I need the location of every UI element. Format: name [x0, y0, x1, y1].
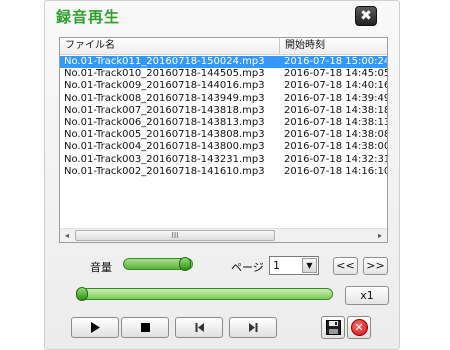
recording-list[interactable]: ファイル名 開始時刻 No.01-Track011_20160718-15002…	[59, 37, 388, 243]
list-row[interactable]: No.01-Track011_20160718-150024.mp3 2016-0…	[60, 56, 387, 69]
scroll-left-icon[interactable]: ◂	[60, 229, 74, 242]
previous-track-icon	[195, 323, 204, 332]
horizontal-scrollbar[interactable]: ◂ III ▸	[60, 228, 387, 242]
recording-playback-dialog: 録音再生 ✖ ファイル名 開始時刻 No.01-Track011_2016071…	[44, 0, 400, 350]
scroll-right-icon[interactable]: ▸	[373, 229, 387, 242]
row-filename: No.01-Track010_20160718-144505.mp3	[64, 68, 265, 80]
delete-icon: ✕	[350, 319, 368, 336]
list-row[interactable]: No.01-Track004_20160718-143800.mp3 2016-0…	[60, 141, 387, 153]
row-start-time: 2016-07-18 14:16:10	[284, 165, 387, 177]
volume-label: 音量	[90, 261, 112, 274]
row-start-time: 2016-07-18 14:38:18	[284, 104, 387, 116]
delete-button[interactable]: ✕	[347, 316, 371, 339]
row-start-time: 2016-07-18 14:32:31	[284, 153, 387, 165]
list-row[interactable]: No.01-Track005_20160718-143808.mp3 2016-0…	[60, 129, 387, 141]
column-header-start-time[interactable]: 開始時刻	[280, 38, 387, 54]
next-track-button[interactable]	[229, 317, 277, 338]
play-button[interactable]	[71, 317, 119, 338]
list-rows: No.01-Track011_20160718-150024.mp3 2016-0…	[60, 56, 387, 178]
list-row[interactable]: No.01-Track008_20160718-143949.mp3 2016-0…	[60, 93, 387, 105]
chevron-down-icon[interactable]: ▼	[302, 258, 317, 273]
close-icon: ✖	[360, 8, 372, 24]
row-filename: No.01-Track003_20160718-143231.mp3	[64, 153, 265, 165]
previous-page-button[interactable]: <<	[333, 257, 358, 275]
list-row[interactable]: No.01-Track002_20160718-141610.mp3 2016-0…	[60, 166, 387, 178]
column-header-filename[interactable]: ファイル名	[60, 38, 280, 54]
row-start-time: 2016-07-18 14:38:13	[284, 116, 387, 128]
row-start-time: 2016-07-18 14:40:16	[284, 80, 387, 92]
row-filename: No.01-Track002_20160718-141610.mp3	[64, 165, 265, 177]
next-page-button[interactable]: >>	[363, 257, 388, 275]
list-header: ファイル名 開始時刻	[60, 38, 387, 55]
save-icon	[325, 320, 341, 335]
volume-slider-handle[interactable]	[179, 257, 191, 271]
playback-speed-button[interactable]: x1	[345, 286, 389, 305]
stop-icon	[140, 323, 150, 332]
stop-button[interactable]	[121, 317, 169, 338]
play-icon	[91, 322, 100, 333]
row-start-time: 2016-07-18 14:39:49	[284, 92, 387, 104]
list-row[interactable]: No.01-Track003_20160718-143231.mp3 2016-0…	[60, 154, 387, 166]
scrollbar-thumb[interactable]: III	[75, 230, 275, 241]
row-filename: No.01-Track008_20160718-143949.mp3	[64, 92, 265, 104]
list-row[interactable]: No.01-Track007_20160718-143818.mp3 2016-0…	[60, 105, 387, 117]
list-row[interactable]: No.01-Track006_20160718-143813.mp3 2016-0…	[60, 117, 387, 129]
row-filename: No.01-Track004_20160718-143800.mp3	[64, 141, 265, 153]
seek-slider-handle[interactable]	[76, 287, 88, 301]
save-button[interactable]	[321, 316, 345, 339]
row-start-time: 2016-07-18 14:45:05	[284, 68, 387, 80]
next-track-icon	[248, 323, 257, 332]
list-row[interactable]: No.01-Track009_20160718-144016.mp3 2016-0…	[60, 80, 387, 92]
page-label: ページ	[231, 261, 264, 274]
row-filename: No.01-Track005_20160718-143808.mp3	[64, 129, 265, 141]
page-select[interactable]: 1 ▼	[269, 256, 319, 275]
row-filename: No.01-Track009_20160718-144016.mp3	[64, 80, 265, 92]
seek-slider[interactable]	[79, 288, 333, 300]
row-start-time: 2016-07-18 15:00:24	[284, 56, 387, 67]
page-select-value: 1	[273, 259, 280, 272]
row-start-time: 2016-07-18 14:38:00	[284, 141, 387, 153]
row-filename: No.01-Track006_20160718-143813.mp3	[64, 116, 265, 128]
close-button[interactable]: ✖	[355, 6, 377, 26]
dialog-title: 録音再生	[56, 8, 121, 26]
row-filename: No.01-Track011_20160718-150024.mp3	[64, 56, 265, 67]
row-filename: No.01-Track007_20160718-143818.mp3	[64, 104, 265, 116]
list-row[interactable]: No.01-Track010_20160718-144505.mp3 2016-0…	[60, 68, 387, 80]
previous-track-button[interactable]	[175, 317, 223, 338]
row-start-time: 2016-07-18 14:38:08	[284, 129, 387, 141]
